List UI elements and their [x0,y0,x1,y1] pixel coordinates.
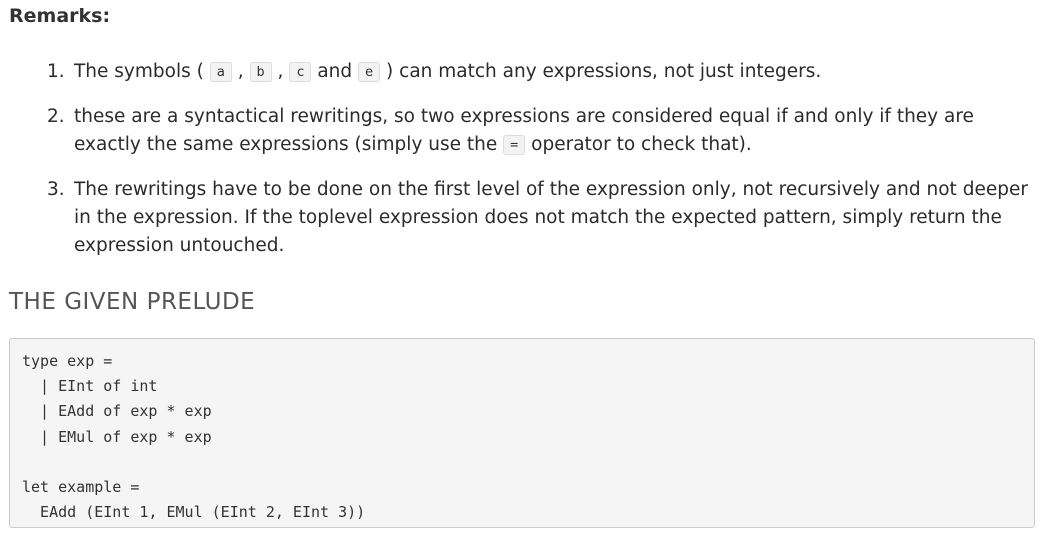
remark-text-segment: ) can match any expressions, not just in… [380,61,822,82]
remark-item-3: 3. The rewritings have to be done on the… [0,176,1040,260]
remark-text-segment: and [311,61,359,82]
inline-code: a [209,62,232,82]
code-block[interactable]: type exp = | EInt of int | EAdd of exp *… [9,338,1035,528]
remarks-list: 1. The symbols ( a , b , c and e ) can m… [0,58,1040,276]
section-title: THE GIVEN PRELUDE [9,289,256,315]
code-line: | EMul of exp * exp [22,427,212,446]
remark-text-segment: operator to check that). [525,134,752,155]
remark-text-segment: , [271,61,290,82]
remark-text-segment: The rewritings have to be done on the fi… [74,179,1028,256]
remark-text: The symbols ( a , b , c and e ) can matc… [74,61,821,82]
code-line: let example = [22,477,140,496]
code-line: | EAdd of exp * exp [22,402,212,421]
code-line: | EInt of int [22,377,158,396]
inline-code: b [249,62,272,82]
remark-text-segment: , [231,61,250,82]
remark-text: these are a syntactical rewritings, so t… [74,106,974,155]
remark-text: The rewritings have to be done on the fi… [74,179,1028,256]
code-line: type exp = [22,352,113,370]
remark-number: 1. [47,61,65,82]
remark-item-1: 1. The symbols ( a , b , c and e ) can m… [0,58,1040,87]
remark-item-2: 2. these are a syntactical rewritings, s… [0,103,1040,160]
document-page: Remarks: 1. The symbols ( a , b , c and … [0,0,1045,543]
remark-text-segment: The symbols ( [74,61,210,82]
inline-code: e [358,62,381,82]
remarks-heading: Remarks: [9,5,111,27]
code-line: EAdd (EInt 1, EMul (EInt 2, EInt 3)) [22,503,366,522]
inline-code: c [289,62,312,82]
remark-number: 3. [47,179,65,200]
inline-code: = [503,135,526,155]
remark-number: 2. [47,106,65,127]
